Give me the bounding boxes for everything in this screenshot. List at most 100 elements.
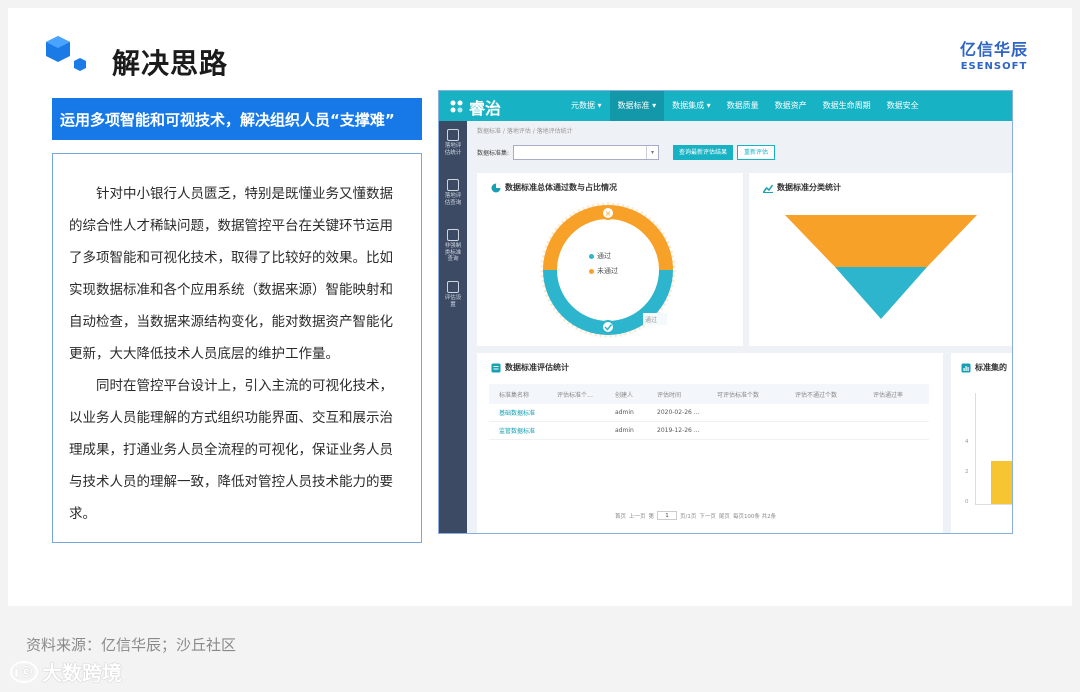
report-icon [447,129,459,141]
filter-label: 数据标准集: [477,149,510,157]
nav-data-security[interactable]: 数据安全 [879,91,927,121]
nav-data-standard[interactable]: 数据标准 ▾ [609,91,665,121]
paragraph-1: 针对中小银行人员匮乏，特别是既懂业务又懂数据的综合性人才稀缺问题，数据管控平台在… [69,186,393,362]
col-standard-count[interactable]: 评估标准个… [547,390,605,399]
query-latest-button[interactable]: 查询最新评估结果 [673,144,734,160]
category-stats-card: 数据标准分类统计 [749,173,1012,346]
standard-set-chart-title: 标准集的 [961,362,1007,373]
category-stats-title-text: 数据标准分类统计 [777,183,841,192]
table-header: 标准集名称 评估标准个… 创建人 评估时间 可评估标准个数 评估不通过个数 评估… [489,384,929,404]
app-logo[interactable]: 睿治 [449,95,501,119]
col-pass-rate[interactable]: 评估通过率 [863,390,929,399]
pager-last[interactable]: 尾页 [719,512,730,520]
col-assessable-count[interactable]: 可评估标准个数 [707,390,785,399]
set-name-link[interactable]: 基础数据标准 [489,408,547,417]
y-tick-2: 2 [965,469,969,475]
legend-failed-label: 未通过 [597,267,618,275]
category-funnel [785,215,977,319]
pager-page-prefix: 第 [648,513,655,520]
nav-data-lifecycle[interactable]: 数据生命周期 [815,91,879,121]
table-row[interactable]: 基础数据标准 admin 2020-02-26 … [489,404,929,422]
nav-metadata[interactable]: 元数据 ▾ [563,91,610,121]
assessment-table: 标准集名称 评估标准个… 创建人 评估时间 可评估标准个数 评估不通过个数 评估… [489,384,929,440]
col-assess-time[interactable]: 评估时间 [647,390,707,399]
pager-first[interactable]: 首页 [615,512,626,520]
pass-rate-card: 数据标准总体通过数与占比情况 × 通过 通过 未通过 [477,173,743,346]
y-tick-0: 0 [965,499,969,505]
sidebar-item-assessment-query[interactable]: 落地评估查询 [439,179,467,206]
breadcrumb: 数据标准 / 落地评估 / 落地评估统计 [477,128,573,135]
brand-name: 亿信华辰 [959,40,1028,59]
nav-data-quality[interactable]: 数据质量 [719,91,767,121]
assessment-table-title-text: 数据标准评估统计 [505,363,569,372]
search-doc-icon [447,179,459,191]
standard-set-chart-title-text: 标准集的 [975,363,1007,372]
pass-rate-title-text: 数据标准总体通过数与占比情况 [505,183,617,192]
table-row[interactable]: 监管数据标准 admin 2019-12-26 … [489,422,929,440]
col-failed-count[interactable]: 评估不通过个数 [785,390,863,399]
app-screenshot: 睿治 元数据 ▾ 数据标准 ▾ 数据集成 ▾ 数据质量 数据资产 数据生命周期 … [438,90,1013,534]
standard-set-chart-card: 标准集的 4 2 0 [951,353,1012,533]
assess-time-cell: 2020-02-26 … [657,409,700,416]
description-box: 针对中小银行人员匮乏，特别是既懂业务又懂数据的综合性人才稀缺问题，数据管控平台在… [52,153,422,543]
sidebar-item-optional-standards[interactable]: 非强制类标准查询 [439,229,467,263]
highlight-banner: 运用多项智能和可视技术，解决组织人员“支撑难” [52,98,422,140]
pager-summary: 每页100条 共2条 [732,513,777,520]
filter-row: 数据标准集: ▾ 查询最新评估结果 重新评估 [477,143,776,161]
svg-text:×: × [605,209,612,218]
pass-rate-title: 数据标准总体通过数与占比情况 [491,182,617,193]
legend-dot [589,253,594,259]
creator-cell: admin [615,409,634,416]
legend-passed-label: 通过 [597,252,611,260]
watermark-logo-icon: i© [10,660,38,683]
brand-logo: 亿信华辰 ESENSOFT [960,36,1028,72]
nav-data-assets[interactable]: 数据资产 [767,91,815,121]
pager-prev[interactable]: 上一页 [629,512,646,520]
line-chart-icon [763,184,773,193]
bar-chart-icon [961,363,971,372]
watermark: i© 大数跨境 [10,657,122,686]
chevron-down-icon: ▾ [646,145,658,159]
sidebar-item-assessment-stats[interactable]: 落地评估统计 [439,129,467,156]
col-set-name[interactable]: 标准集名称 [489,390,547,399]
sidebar-item-label: 评估设置 [444,295,462,308]
bar [991,461,1012,504]
pager-next[interactable]: 下一页 [699,512,716,520]
y-axis-line [975,393,976,505]
sidebar-item-label: 非强制类标准查询 [444,243,462,262]
funnel-segment-top [785,215,977,267]
assessment-table-title: 数据标准评估统计 [491,362,569,373]
brand-name-en: ESENSOFT [960,61,1028,72]
col-creator[interactable]: 创建人 [605,390,647,399]
settings-doc-icon [447,281,459,293]
category-stats-title: 数据标准分类统计 [763,182,841,193]
app-logo-text: 睿治 [469,99,502,118]
app-sidebar: 落地评估统计 落地评估查询 非强制类标准查询 评估设置 [439,121,467,533]
x-axis-line [975,504,1012,505]
sidebar-item-label: 落地评估统计 [444,143,462,156]
creator-cell: admin [615,427,634,434]
source-note: 资料来源：亿信华辰；沙丘社区 [26,636,237,654]
assessment-table-card: 数据标准评估统计 标准集名称 评估标准个… 创建人 评估时间 可评估标准个数 评… [477,353,943,533]
legend-failed: 未通过 [589,266,618,276]
standard-set-select[interactable]: ▾ [513,144,660,160]
sidebar-item-label: 落地评估查询 [444,193,462,206]
pager-page-suffix: 页/1页 [680,513,697,520]
legend-passed: 通过 [589,251,618,261]
top-nav: 元数据 ▾ 数据标准 ▾ 数据集成 ▾ 数据质量 数据资产 数据生命周期 数据安… [563,91,927,121]
assess-time-cell: 2019-12-26 … [657,427,700,434]
set-name-link[interactable]: 监管数据标准 [489,426,547,435]
page-title: 解决思路 [112,47,229,80]
pagination: 首页 上一页 第 1 页/1页 下一页 尾页 每页100条 共2条 [615,511,776,520]
app-logo-icon [450,100,463,113]
chart-doc-icon [447,229,459,241]
pager-page-input[interactable]: 1 [657,511,678,520]
donut-legend: 通过 未通过 [589,251,618,281]
passed-marker-icon [601,320,615,334]
funnel-segment-bottom [835,267,927,319]
nav-data-integration[interactable]: 数据集成 ▾ [664,91,719,121]
paragraph-2: 同时在管控平台设计上，引入主流的可视化技术，以业务人员能理解的方式组织功能界面、… [69,378,393,522]
legend-dot [589,268,594,274]
sidebar-item-assessment-settings[interactable]: 评估设置 [439,281,467,308]
reassess-button[interactable]: 重新评估 [737,144,776,160]
